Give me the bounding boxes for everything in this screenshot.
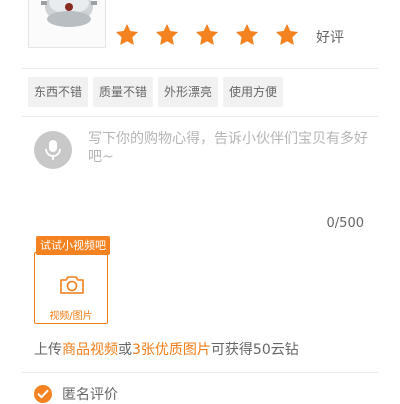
star-icon[interactable] xyxy=(114,22,140,48)
reward-text: 上传 xyxy=(34,342,62,358)
checkmark-icon xyxy=(37,389,49,399)
quick-tag[interactable]: 东西不错 xyxy=(28,77,89,107)
rating-label: 好评 xyxy=(316,30,344,46)
divider xyxy=(22,372,378,373)
star-icon[interactable] xyxy=(154,22,180,48)
star-icon[interactable] xyxy=(194,22,220,48)
star-icon[interactable] xyxy=(234,22,260,48)
reward-text: 或 xyxy=(118,342,132,358)
quick-tag[interactable]: 使用方便 xyxy=(223,77,284,107)
video-hint-badge: 试试小视频吧 xyxy=(36,236,110,255)
quick-tag[interactable]: 外形漂亮 xyxy=(158,77,219,107)
divider xyxy=(22,116,378,117)
review-textarea[interactable]: 写下你的购物心得，告诉小伙伴们宝贝有多好吧~ xyxy=(88,130,372,174)
camera-icon xyxy=(60,276,84,294)
star-rating[interactable] xyxy=(114,22,314,48)
anonymous-checkbox[interactable] xyxy=(34,385,52,403)
reward-highlight: 3张优质图片 xyxy=(132,342,211,358)
upload-media-label: 视频/图片 xyxy=(49,311,93,322)
star-icon[interactable] xyxy=(274,22,300,48)
anonymous-label: 匿名评价 xyxy=(62,387,118,403)
product-image xyxy=(29,0,105,47)
upload-media-button[interactable]: 视频/图片 xyxy=(34,252,108,324)
reward-text: 可获得50云钻 xyxy=(210,342,299,358)
product-thumbnail xyxy=(28,0,106,48)
reward-highlight: 商品视频 xyxy=(62,342,118,358)
divider xyxy=(22,68,378,69)
quick-tags: 东西不错 质量不错 外形漂亮 使用方便 xyxy=(28,77,288,107)
microphone-icon xyxy=(45,140,61,160)
voice-input-button[interactable] xyxy=(34,131,72,169)
char-counter: 0/500 xyxy=(326,216,364,231)
quick-tag[interactable]: 质量不错 xyxy=(93,77,154,107)
reward-hint: 上传商品视频或3张优质图片可获得50云钻 xyxy=(34,339,299,359)
